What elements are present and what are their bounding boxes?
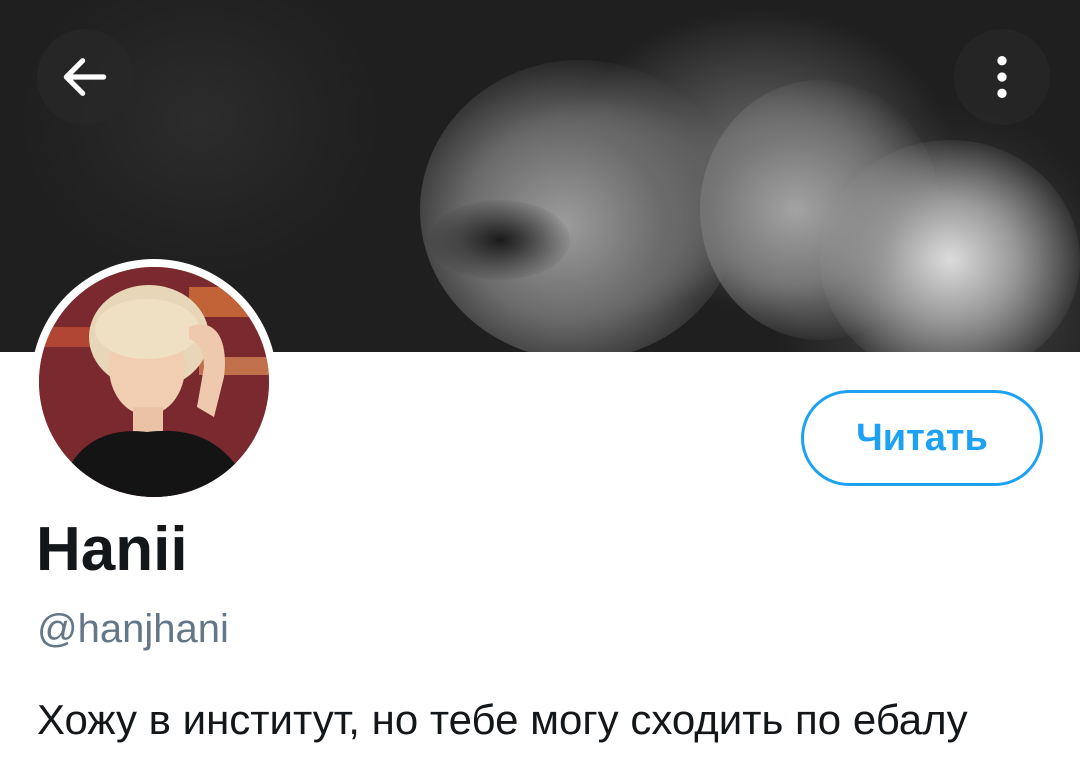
more-vertical-icon xyxy=(997,56,1007,98)
avatar[interactable] xyxy=(31,259,277,505)
more-options-button[interactable] xyxy=(954,29,1050,125)
profile-display-name: Hanii xyxy=(36,515,188,584)
profile-page: Читать Hanii @hanjhani Хожу в институт, … xyxy=(0,0,1080,766)
profile-handle: @hanjhani xyxy=(37,607,229,651)
profile-bio: Хожу в институт, но тебе могу сходить по… xyxy=(37,696,968,743)
back-button[interactable] xyxy=(37,29,133,125)
avatar-image xyxy=(39,267,269,497)
follow-button[interactable]: Читать xyxy=(801,390,1043,486)
arrow-left-icon xyxy=(63,58,107,96)
